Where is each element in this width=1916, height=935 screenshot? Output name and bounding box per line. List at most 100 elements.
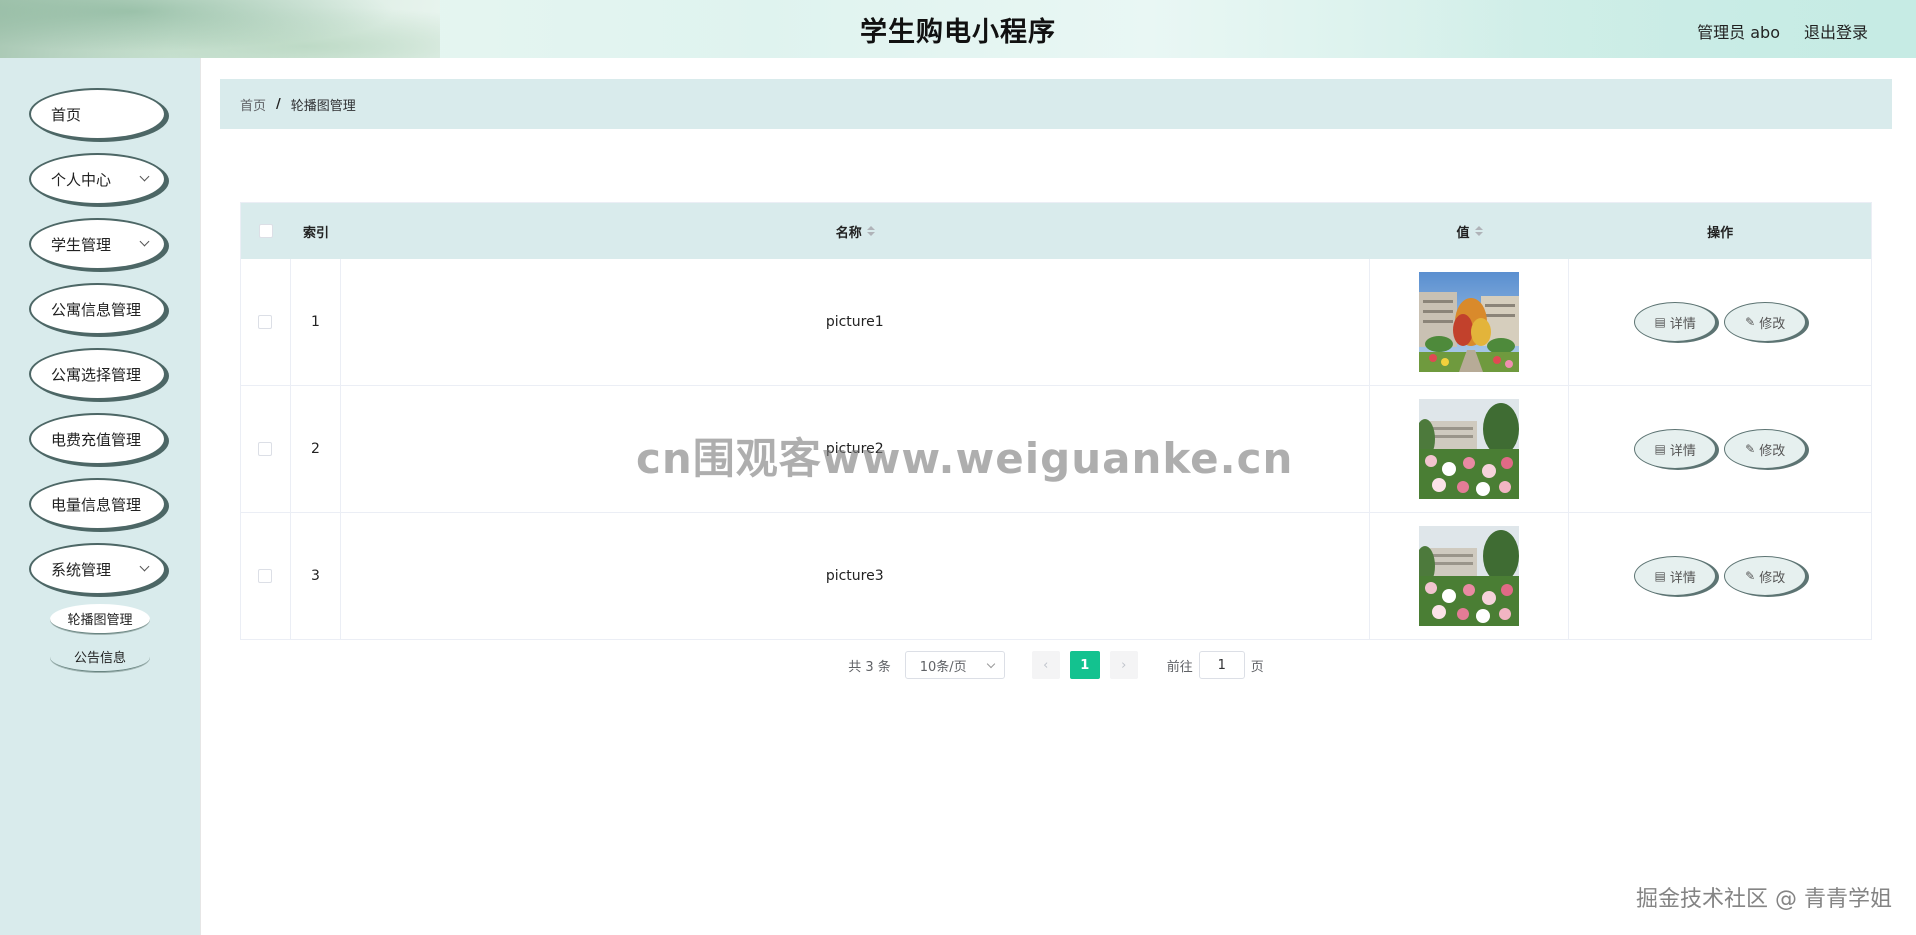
page-jumper: 前往 1 页 [1167, 651, 1264, 679]
row-name: picture1 [341, 259, 1370, 385]
row-index: 2 [291, 386, 341, 512]
user-area: 管理员 abo 退出登录 [1697, 19, 1868, 43]
column-header-label: 索引 [302, 225, 329, 241]
chevron-right-icon: › [1121, 657, 1127, 673]
chevron-down-icon [139, 561, 150, 572]
edit-button[interactable]: ✎ 修改 [1724, 556, 1807, 596]
table-header: 索引 名称 值 操作 [241, 203, 1871, 259]
goto-page-input[interactable]: 1 [1198, 651, 1245, 679]
sidebar-item-student-management[interactable]: 学生管理 [29, 218, 166, 270]
edit-icon: ✎ [1745, 315, 1756, 329]
sidebar-subitem-announcements[interactable]: 公告信息 [50, 642, 150, 672]
sidebar-item-label: 学生管理 [51, 235, 112, 254]
row-index: 3 [291, 513, 341, 639]
row-ops-cell: ▤ 详情 ✎ 修改 [1569, 259, 1871, 385]
carousel-thumbnail[interactable] [1418, 526, 1519, 626]
edit-icon: ✎ [1745, 569, 1756, 583]
row-check-cell [241, 513, 291, 639]
goto-suffix: 页 [1250, 659, 1264, 675]
sidebar-item-label: 电费充值管理 [51, 430, 142, 449]
row-index: 1 [291, 259, 341, 385]
watermark-bottom-right: 掘金技术社区 @ 青青学姐 [1636, 887, 1892, 912]
breadcrumb-home[interactable]: 首页 [240, 95, 266, 114]
breadcrumb-current: 轮播图管理 [290, 98, 356, 114]
pagination: 共 3 条 10条/页 ‹ 1 › 前往 1 页 [240, 651, 1872, 679]
row-checkbox[interactable] [258, 315, 273, 329]
column-header-name[interactable]: 名称 [341, 203, 1370, 259]
detail-button[interactable]: ▤ 详情 [1634, 302, 1717, 342]
sidebar-item-label: 首页 [51, 105, 82, 124]
sidebar-item-label: 系统管理 [51, 560, 112, 579]
next-page-button[interactable]: › [1109, 651, 1138, 679]
document-icon: ▤ [1654, 442, 1666, 456]
logout-link[interactable]: 退出登录 [1804, 19, 1868, 43]
row-checkbox[interactable] [258, 442, 273, 456]
column-header-value[interactable]: 值 [1370, 203, 1570, 259]
chevron-down-icon [139, 236, 150, 247]
row-ops-cell: ▤ 详情 ✎ 修改 [1569, 513, 1871, 639]
sidebar-item-electricity-recharge[interactable]: 电费充值管理 [29, 413, 166, 465]
current-user[interactable]: 管理员 abo [1697, 19, 1780, 43]
detail-button-label: 详情 [1669, 443, 1696, 459]
chevron-left-icon: ‹ [1043, 657, 1049, 673]
sidebar-item-home[interactable]: 首页 [29, 88, 166, 140]
row-value-cell [1370, 386, 1570, 512]
sidebar-item-apartment-selection[interactable]: 公寓选择管理 [29, 348, 166, 400]
select-all-cell [241, 203, 291, 259]
table-row: 1 picture1 ▤ 详情 ✎ 修改 [241, 259, 1871, 386]
row-value-cell [1370, 513, 1570, 639]
edit-button-label: 修改 [1759, 443, 1786, 459]
column-header-ops: 操作 [1569, 203, 1871, 259]
row-check-cell [241, 259, 291, 385]
column-header-label: 名称 [835, 225, 862, 241]
sidebar-subitem-carousel[interactable]: 轮播图管理 [50, 604, 150, 634]
breadcrumb-separator: / [276, 96, 281, 112]
chevron-down-icon [139, 171, 150, 182]
chevron-down-icon [986, 659, 995, 669]
row-check-cell [241, 386, 291, 512]
page-size-value: 10条/页 [919, 659, 967, 675]
sidebar-item-system-management[interactable]: 系统管理 [29, 543, 166, 595]
pagination-total: 共 3 条 [848, 659, 891, 675]
sidebar-item-label: 公寓选择管理 [51, 365, 142, 384]
detail-button[interactable]: ▤ 详情 [1634, 429, 1717, 469]
column-header-label: 操作 [1707, 225, 1734, 241]
sidebar-subitem-label: 轮播图管理 [67, 613, 133, 628]
watermark-center: cn围观客www.weiguanke.cn [636, 434, 1294, 483]
row-name: picture3 [341, 513, 1370, 639]
sort-icon[interactable] [1474, 226, 1483, 236]
edit-icon: ✎ [1745, 442, 1756, 456]
sort-icon[interactable] [866, 226, 875, 236]
detail-button[interactable]: ▤ 详情 [1634, 556, 1717, 596]
goto-prefix: 前往 [1166, 659, 1193, 675]
sidebar-item-label: 公寓信息管理 [51, 300, 142, 319]
row-checkbox[interactable] [258, 569, 273, 583]
document-icon: ▤ [1654, 315, 1666, 329]
row-value-cell [1370, 259, 1570, 385]
sidebar-item-personal-center[interactable]: 个人中心 [29, 153, 166, 205]
document-icon: ▤ [1654, 569, 1666, 583]
prev-page-button[interactable]: ‹ [1031, 651, 1060, 679]
edit-button[interactable]: ✎ 修改 [1724, 302, 1807, 342]
edit-button-label: 修改 [1759, 316, 1786, 332]
app-title: 学生购电小程序 [860, 17, 1056, 48]
sidebar-item-label: 电量信息管理 [51, 495, 142, 514]
sidebar-item-apartment-info[interactable]: 公寓信息管理 [29, 283, 166, 335]
breadcrumb: 首页 / 轮播图管理 [220, 79, 1892, 129]
column-header-label: 值 [1456, 225, 1470, 241]
page-number-current[interactable]: 1 [1069, 651, 1100, 679]
sidebar-item-electricity-info[interactable]: 电量信息管理 [29, 478, 166, 530]
sidebar-item-label: 个人中心 [51, 170, 112, 189]
carousel-thumbnail[interactable] [1418, 272, 1519, 372]
detail-button-label: 详情 [1669, 570, 1696, 586]
select-all-checkbox[interactable] [258, 224, 273, 238]
edit-button[interactable]: ✎ 修改 [1724, 429, 1807, 469]
edit-button-label: 修改 [1759, 570, 1786, 586]
row-ops-cell: ▤ 详情 ✎ 修改 [1569, 386, 1871, 512]
sidebar: 首页 个人中心 学生管理 公寓信息管理 公寓选择管理 电费充值管理 电量信息管理… [0, 58, 200, 935]
carousel-thumbnail[interactable] [1418, 399, 1519, 499]
top-header: 学生购电小程序 管理员 abo 退出登录 [0, 0, 1916, 58]
table-row: 3 picture3 ▤ 详情 ✎ 修改 [241, 513, 1871, 640]
page-size-select[interactable]: 10条/页 [904, 651, 1005, 679]
sidebar-subitem-label: 公告信息 [73, 651, 126, 666]
